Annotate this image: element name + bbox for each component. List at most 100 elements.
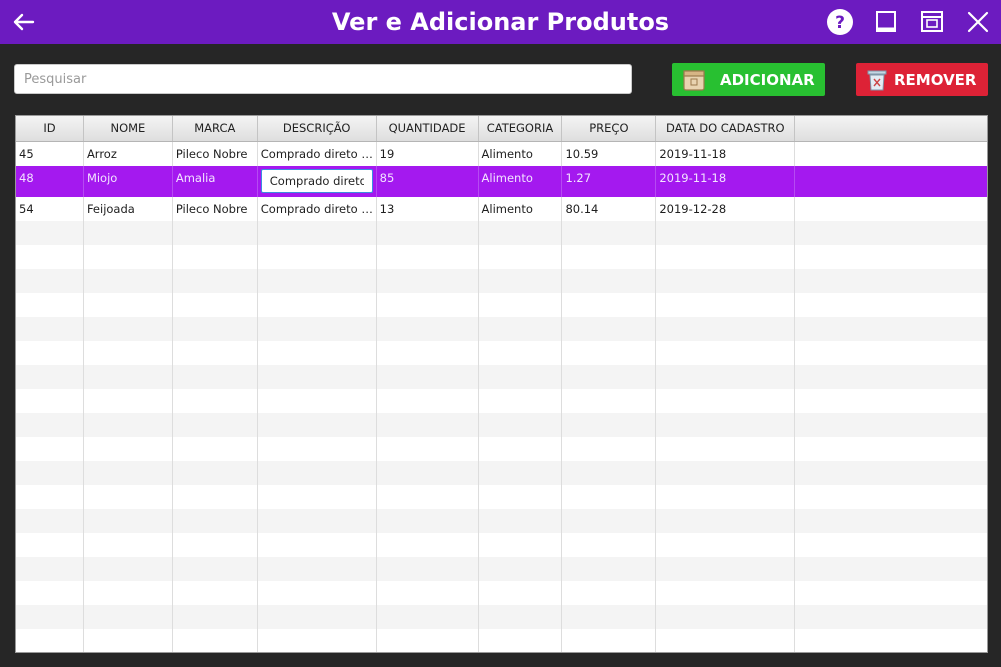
cell-categoria: Alimento [479,166,563,197]
cell-preco: 1.27 [562,166,657,197]
box-icon [683,69,705,91]
empty-cell [656,293,796,317]
column-header-descricao[interactable]: DESCRIÇÃO [258,116,377,141]
empty-cell [84,509,173,533]
empty-cell [656,461,796,485]
remove-button[interactable]: REMOVER [856,63,988,96]
empty-cell [795,293,987,317]
search-input[interactable] [14,64,632,94]
help-icon[interactable]: ? [826,8,854,36]
empty-cell [258,437,377,461]
empty-cell [16,365,84,389]
column-header-quantidade[interactable]: QUANTIDADE [377,116,479,141]
empty-cell [377,341,479,365]
table-row[interactable]: 45 Arroz Pileco Nobre Comprado direto d.… [16,142,987,166]
empty-rows [16,221,987,652]
empty-cell [258,221,377,245]
empty-cell [562,533,657,557]
empty-cell [377,365,479,389]
empty-cell [84,437,173,461]
empty-cell [562,317,657,341]
column-header-marca[interactable]: MARCA [173,116,258,141]
table-row-selected[interactable]: 48 Miojo Amalia 85 Alimento 1.27 2019-11… [16,166,987,197]
empty-cell [479,365,563,389]
empty-cell [562,221,657,245]
empty-cell [84,605,173,629]
empty-cell [656,221,796,245]
empty-cell [173,437,258,461]
empty-cell [479,317,563,341]
add-button[interactable]: ADICIONAR [672,63,825,96]
empty-cell [258,365,377,389]
empty-cell [173,533,258,557]
maximize-icon[interactable] [918,8,946,36]
empty-row [16,293,987,317]
empty-cell [173,245,258,269]
empty-cell [377,221,479,245]
empty-cell [173,365,258,389]
empty-cell [562,437,657,461]
cell-id: 45 [16,142,84,166]
cell-nome: Arroz [84,142,173,166]
empty-cell [84,245,173,269]
empty-cell [479,221,563,245]
empty-cell [562,413,657,437]
empty-cell [795,221,987,245]
empty-cell [173,461,258,485]
empty-cell [173,629,258,652]
empty-cell [377,605,479,629]
empty-cell [258,557,377,581]
empty-cell [479,269,563,293]
empty-cell [258,293,377,317]
empty-cell [795,557,987,581]
cell-descricao-editing[interactable] [258,166,377,197]
column-header-data-cadastro[interactable]: DATA DO CADASTRO [656,116,796,141]
empty-cell [258,461,377,485]
empty-cell [377,629,479,652]
empty-row [16,413,987,437]
empty-row [16,341,987,365]
empty-cell [258,245,377,269]
empty-cell [84,221,173,245]
empty-cell [562,365,657,389]
empty-cell [84,557,173,581]
column-header-preco[interactable]: PREÇO [562,116,657,141]
cell-categoria: Alimento [479,142,563,166]
empty-cell [173,293,258,317]
empty-cell [479,245,563,269]
empty-cell [258,509,377,533]
minimize-icon[interactable] [872,8,900,36]
close-icon[interactable] [964,8,992,36]
empty-cell [84,341,173,365]
cell-editor-input[interactable] [260,169,373,193]
empty-cell [479,413,563,437]
column-header-id[interactable]: ID [16,116,84,141]
empty-cell [84,629,173,652]
empty-cell [479,557,563,581]
empty-cell [173,557,258,581]
empty-cell [377,437,479,461]
table-row[interactable]: 54 Feijoada Pileco Nobre Comprado direto… [16,197,987,221]
empty-cell [84,485,173,509]
cell-preco: 10.59 [562,142,657,166]
empty-cell [84,269,173,293]
column-header-nome[interactable]: NOME [84,116,173,141]
cell-quantidade: 19 [377,142,479,166]
cell-descricao: Comprado direto d... [258,142,377,166]
empty-cell [173,413,258,437]
empty-cell [377,389,479,413]
table-header: ID NOME MARCA DESCRIÇÃO QUANTIDADE CATEG… [16,116,987,142]
empty-cell [656,629,796,652]
empty-cell [656,557,796,581]
cell-id: 54 [16,197,84,221]
empty-cell [173,389,258,413]
svg-text:?: ? [835,13,845,33]
empty-cell [795,317,987,341]
empty-row [16,365,987,389]
empty-cell [656,533,796,557]
cell-data-cadastro: 2019-11-18 [656,166,796,197]
column-header-categoria[interactable]: CATEGORIA [479,116,563,141]
empty-cell [562,341,657,365]
remove-button-label: REMOVER [894,70,977,89]
empty-cell [16,413,84,437]
